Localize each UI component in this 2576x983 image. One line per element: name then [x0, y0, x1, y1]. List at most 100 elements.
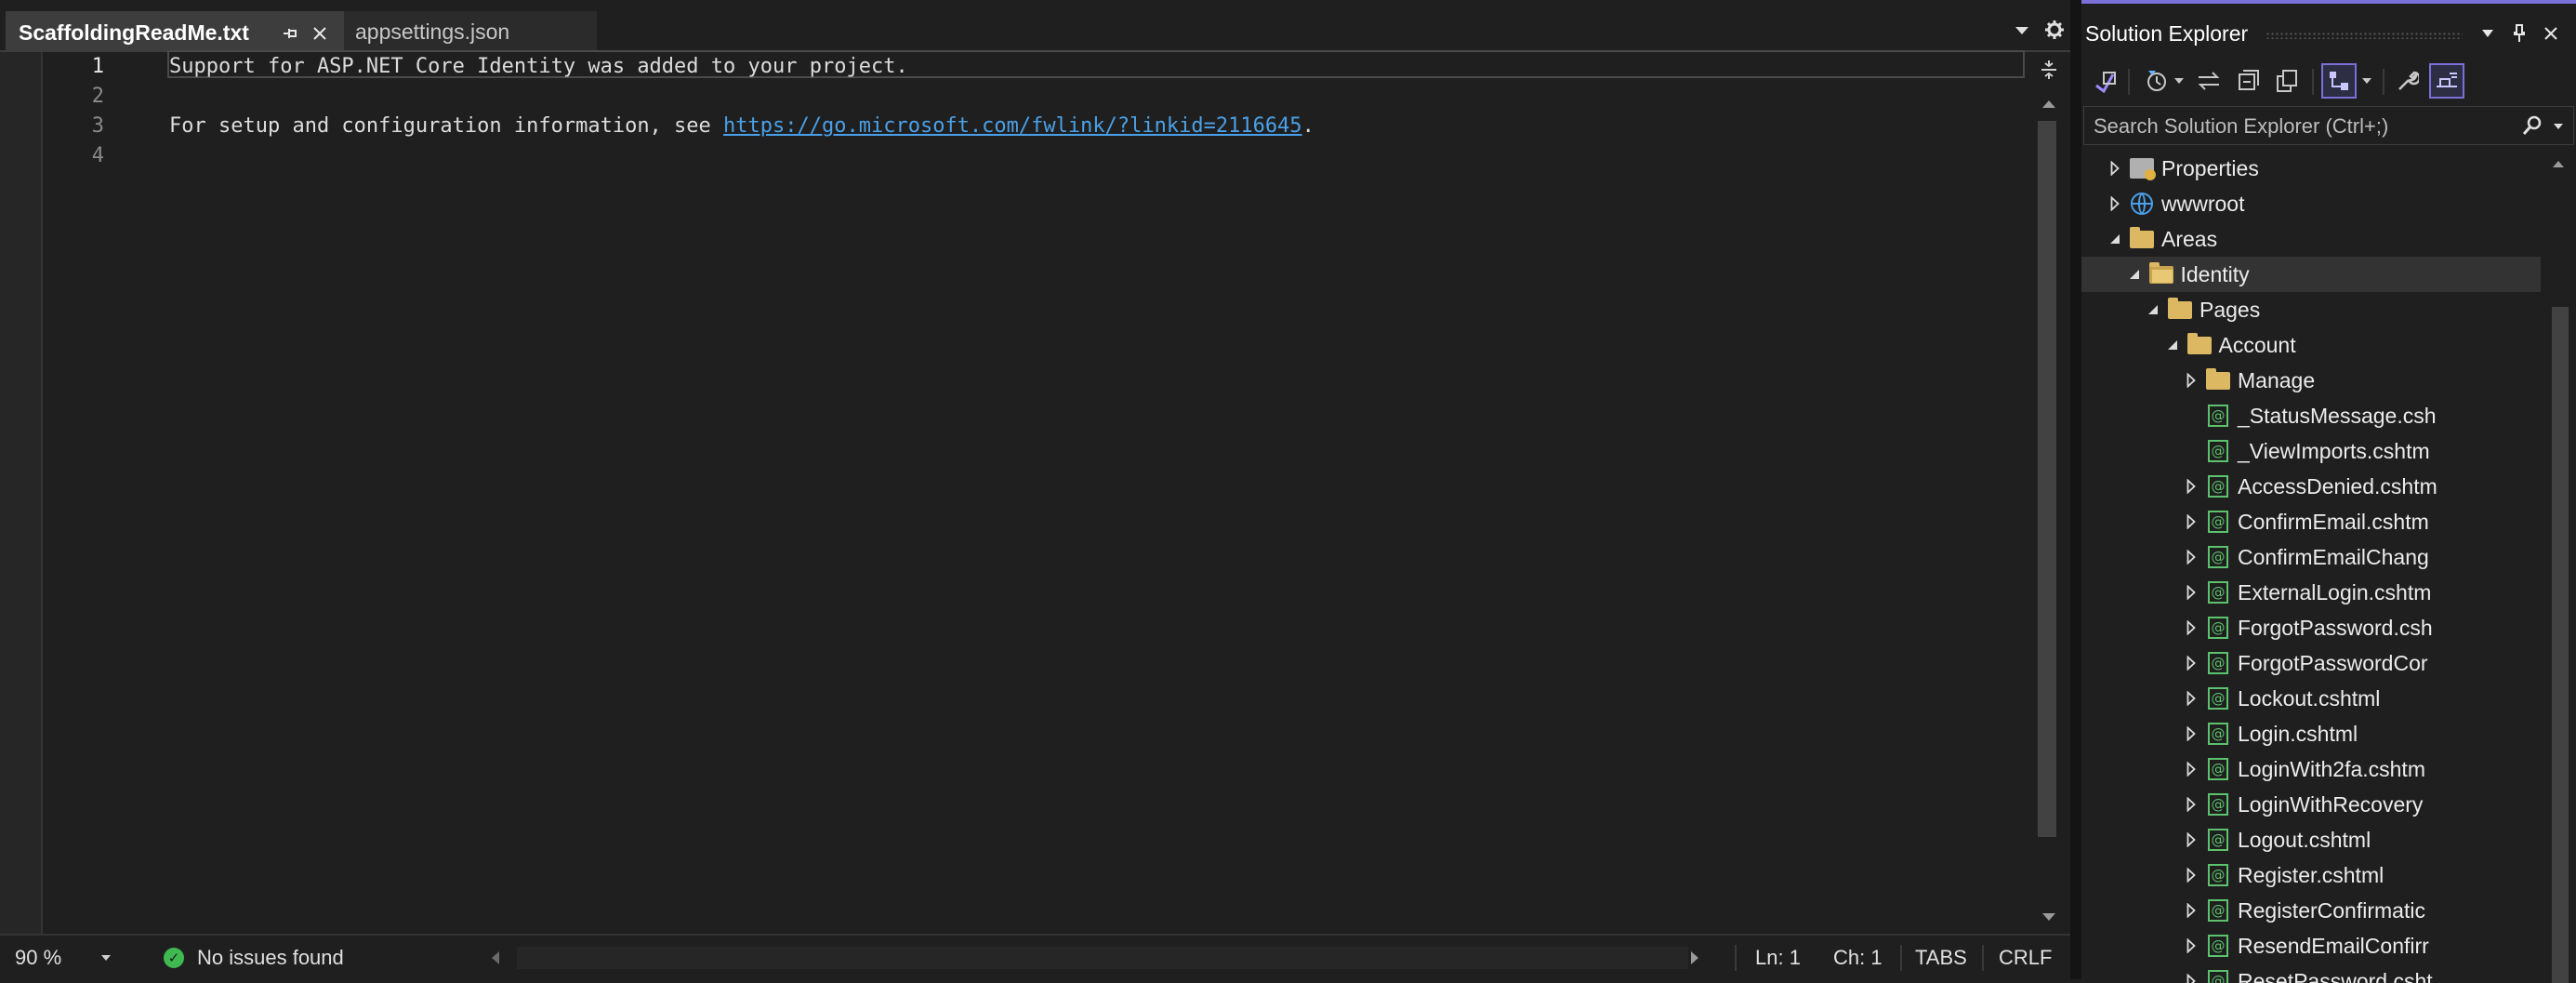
- close-icon[interactable]: [2537, 17, 2565, 50]
- chevron-right-icon[interactable]: [2182, 716, 2200, 751]
- chevron-right-icon[interactable]: [2182, 681, 2200, 716]
- chevron-right-icon[interactable]: [2106, 151, 2124, 186]
- search-icon[interactable]: [2517, 111, 2547, 140]
- tree-item-label: Areas: [2161, 226, 2218, 251]
- tree-item[interactable]: Areas: [2081, 221, 2541, 257]
- scroll-down-arrow-icon[interactable]: [2036, 904, 2062, 930]
- tree-item[interactable]: Pages: [2081, 292, 2541, 327]
- razor-file-icon: @: [2204, 681, 2232, 716]
- chevron-right-icon[interactable]: [2182, 469, 2200, 504]
- tree-item[interactable]: @ LoginWithRecovery: [2081, 787, 2541, 822]
- chevron-right-icon[interactable]: [2182, 751, 2200, 787]
- chevron-expanded-icon[interactable]: [2144, 292, 2162, 327]
- tree-vertical-scrollbar[interactable]: [2541, 151, 2576, 983]
- tree-item[interactable]: @ RegisterConfirmatic: [2081, 893, 2541, 928]
- scroll-up-arrow-icon[interactable]: [2036, 91, 2062, 117]
- chevron-right-icon[interactable]: [2182, 787, 2200, 822]
- chevron-expanded-icon[interactable]: [2163, 327, 2182, 363]
- indentation-mode[interactable]: TABS: [1915, 936, 1967, 979]
- tab-label: appsettings.json: [355, 19, 510, 44]
- chevron-right-icon[interactable]: [2182, 857, 2200, 893]
- column-indicator[interactable]: Ch: 1: [1833, 936, 1882, 979]
- toolbar-separator: [2312, 69, 2314, 95]
- chevron-down-icon[interactable]: [2169, 63, 2189, 99]
- scrollbar-thumb[interactable]: [2038, 121, 2056, 837]
- chevron-expanded-icon[interactable]: [2125, 257, 2144, 292]
- chevron-right-icon[interactable]: [2182, 893, 2200, 928]
- solution-explorer-search-box[interactable]: [2083, 106, 2574, 146]
- wrench-icon[interactable]: [2390, 63, 2425, 99]
- tree-item[interactable]: @ Lockout.cshtml: [2081, 681, 2541, 716]
- toolbar-separator: [2128, 69, 2130, 95]
- chevron-right-icon[interactable]: [2182, 539, 2200, 575]
- tree-item[interactable]: @ ResetPassword.csht: [2081, 963, 2541, 983]
- chevron-expanded-icon[interactable]: [2106, 221, 2124, 257]
- scroll-up-arrow-icon[interactable]: [2548, 153, 2569, 175]
- line-indicator[interactable]: Ln: 1: [1755, 936, 1801, 979]
- tree-item[interactable]: @ Login.cshtml: [2081, 716, 2541, 751]
- tree-item[interactable]: @ ConfirmEmail.cshtm: [2081, 504, 2541, 539]
- check-circle-icon[interactable]: ✓: [164, 936, 192, 979]
- pane-splitter[interactable]: [2070, 0, 2081, 979]
- tree-item-label: ForgotPasswordCor: [2238, 650, 2428, 675]
- chevron-down-icon[interactable]: [2357, 63, 2377, 99]
- properties-icon: [2128, 151, 2156, 186]
- pin-icon[interactable]: [277, 13, 303, 54]
- tree-item[interactable]: Identity: [2081, 257, 2541, 292]
- tree-item[interactable]: @ Register.cshtml: [2081, 857, 2541, 893]
- tree-item[interactable]: @ _ViewImports.cshtm: [2081, 433, 2541, 469]
- chevron-right-icon[interactable]: [2182, 363, 2200, 398]
- tree-item[interactable]: @ LoginWith2fa.cshtm: [2081, 751, 2541, 787]
- issues-status[interactable]: No issues found: [197, 936, 344, 979]
- chevron-right-icon[interactable]: [2182, 645, 2200, 681]
- tree-item-label: RegisterConfirmatic: [2238, 897, 2425, 923]
- split-editor-icon[interactable]: [2036, 56, 2062, 84]
- tree-item[interactable]: @ ForgotPasswordCor: [2081, 645, 2541, 681]
- tree-item[interactable]: @ ResendEmailConfirr: [2081, 928, 2541, 963]
- pin-icon[interactable]: [2505, 17, 2533, 50]
- show-all-files-icon[interactable]: [2269, 63, 2305, 99]
- tab-scaffolding-readme[interactable]: ScaffoldingReadMe.txt: [6, 11, 344, 52]
- code-line[interactable]: For setup and configuration information,…: [169, 112, 1314, 141]
- tab-list-dropdown-icon[interactable]: [2008, 17, 2036, 45]
- window-position-dropdown-icon[interactable]: [2474, 17, 2502, 50]
- close-icon[interactable]: [307, 13, 333, 54]
- tab-appsettings-json[interactable]: appsettings.json: [344, 11, 597, 52]
- chevron-right-icon[interactable]: [2182, 928, 2200, 963]
- chevron-down-icon[interactable]: [100, 936, 119, 979]
- horizontal-scrollbar[interactable]: [517, 947, 1688, 969]
- drag-grip[interactable]: [2266, 32, 2463, 39]
- tree-item[interactable]: wwwroot: [2081, 186, 2541, 221]
- sync-with-active-document-icon[interactable]: [2191, 63, 2226, 99]
- chevron-right-icon[interactable]: [2182, 822, 2200, 857]
- chevron-right-icon[interactable]: [2106, 186, 2124, 221]
- tree-item[interactable]: @ Logout.cshtml: [2081, 822, 2541, 857]
- tree-item[interactable]: @ ConfirmEmailChang: [2081, 539, 2541, 575]
- scroll-left-arrow-icon[interactable]: [491, 936, 513, 979]
- chevron-right-icon[interactable]: [2182, 504, 2200, 539]
- chevron-right-icon[interactable]: [2182, 575, 2200, 610]
- code-line[interactable]: Support for ASP.NET Core Identity was ad…: [169, 52, 908, 82]
- tree-item[interactable]: @ _StatusMessage.csh: [2081, 398, 2541, 433]
- tree-item-label: Pages: [2200, 297, 2261, 322]
- line-ending-mode[interactable]: CRLF: [1999, 936, 2052, 979]
- scrollbar-thumb[interactable]: [2552, 307, 2569, 983]
- gear-icon[interactable]: [2040, 15, 2069, 45]
- scroll-right-arrow-icon[interactable]: [1690, 936, 1712, 979]
- collapse-all-icon[interactable]: [2230, 63, 2266, 99]
- search-input[interactable]: [2092, 107, 2504, 146]
- back-to-solution-icon[interactable]: [2087, 63, 2122, 99]
- tree-item[interactable]: @ AccessDenied.cshtm: [2081, 469, 2541, 504]
- tree-item[interactable]: Account: [2081, 327, 2541, 363]
- switch-views-icon[interactable]: [2321, 63, 2357, 99]
- tree-item[interactable]: Properties: [2081, 151, 2541, 186]
- text-editor[interactable]: Support for ASP.NET Core Identity was ad…: [169, 52, 2028, 934]
- search-options-dropdown-icon[interactable]: [2547, 113, 2569, 140]
- preview-selected-items-icon[interactable]: [2429, 63, 2464, 99]
- tree-item[interactable]: @ ForgotPassword.csh: [2081, 610, 2541, 645]
- help-link[interactable]: https://go.microsoft.com/fwlink/?linkid=…: [723, 114, 1302, 138]
- chevron-right-icon[interactable]: [2182, 610, 2200, 645]
- tree-item[interactable]: @ ExternalLogin.cshtm: [2081, 575, 2541, 610]
- chevron-right-icon[interactable]: [2182, 963, 2200, 983]
- tree-item[interactable]: Manage: [2081, 363, 2541, 398]
